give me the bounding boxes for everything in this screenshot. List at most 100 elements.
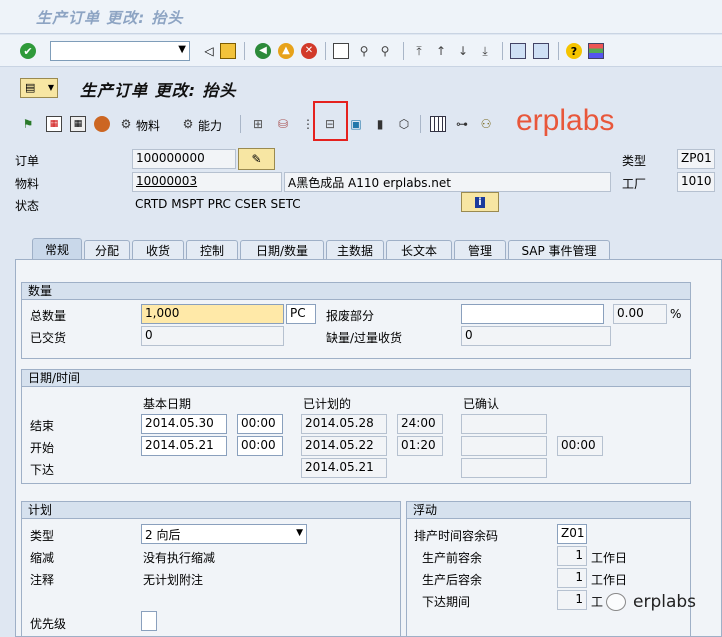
order-type-label: 类型 bbox=[622, 154, 647, 168]
percent-sign: % bbox=[670, 307, 682, 321]
tab-master-data[interactable]: 主数据 bbox=[326, 240, 384, 259]
material-button-label[interactable]: 物料 bbox=[136, 117, 160, 134]
tree-icon[interactable]: ⊶ bbox=[454, 116, 470, 132]
chevron-down-icon[interactable]: ▼ bbox=[178, 44, 186, 55]
exit-icon[interactable]: ▲ bbox=[278, 43, 294, 59]
find-next-icon[interactable]: ⚲ bbox=[377, 43, 393, 59]
toolbar-separator bbox=[240, 115, 241, 133]
note-value: 无计划附注 bbox=[143, 573, 204, 587]
tab-administration[interactable]: 管理 bbox=[454, 240, 506, 259]
plant-field: 1010 bbox=[677, 172, 715, 192]
order-number-field[interactable]: 100000000 bbox=[132, 149, 236, 169]
tab-goods-receipt[interactable]: 收货 bbox=[132, 240, 184, 259]
edit-order-button[interactable]: ✎ bbox=[238, 148, 275, 170]
tab-assignment[interactable]: 分配 bbox=[84, 240, 130, 259]
cancel-icon[interactable]: ✕ bbox=[301, 43, 317, 59]
next-page-icon[interactable]: ↓ bbox=[455, 43, 471, 59]
new-session-icon[interactable] bbox=[510, 43, 526, 59]
command-field[interactable]: ▼ bbox=[50, 41, 190, 61]
save-icon[interactable] bbox=[220, 43, 236, 59]
basic-dates-header: 基本日期 bbox=[143, 397, 192, 411]
material-description-field: A黑色成品 A110 erplabs.net bbox=[284, 172, 611, 192]
print-icon[interactable] bbox=[333, 43, 349, 59]
schedule-icon[interactable]: ▦ bbox=[46, 116, 62, 132]
toolbar-separator bbox=[325, 42, 326, 60]
wechat-icon bbox=[606, 593, 626, 611]
users-icon[interactable]: ⚇ bbox=[478, 116, 494, 132]
float-before-field: 1 bbox=[557, 546, 587, 566]
toolbar-separator bbox=[502, 42, 503, 60]
confirmed-dates-header: 已确认 bbox=[463, 397, 500, 411]
material-number-field[interactable]: 10000003 bbox=[132, 172, 282, 192]
scheduled-finish-time: 24:00 bbox=[397, 414, 443, 434]
float-after-unit: 工作日 bbox=[591, 573, 628, 587]
title-bar: 生产订单 更改: 抬头 bbox=[0, 0, 722, 34]
hierarchy-icon[interactable]: ⊞ bbox=[250, 116, 266, 132]
unit-input[interactable]: PC bbox=[286, 304, 316, 324]
basic-start-time-input[interactable]: 00:00 bbox=[237, 436, 283, 456]
tab-general[interactable]: 常规 bbox=[32, 238, 82, 259]
basic-finish-date-input[interactable]: 2014.05.30 bbox=[141, 414, 227, 434]
tab-dates-quantities[interactable]: 日期/数量 bbox=[240, 240, 324, 259]
order-type-field: ZP01 bbox=[677, 149, 715, 169]
short-excess-field: 0 bbox=[461, 326, 611, 346]
scheduling-type-select[interactable]: 2 向后 ▼ bbox=[141, 524, 307, 544]
capacity-icon[interactable]: ⚙ bbox=[180, 116, 196, 132]
calculator-icon[interactable]: ▦ bbox=[70, 116, 86, 132]
float-before-label: 生产前容余 bbox=[422, 551, 483, 565]
layout-menu-icon[interactable] bbox=[588, 43, 604, 59]
scheduled-release-date: 2014.05.21 bbox=[301, 458, 387, 478]
scheduled-finish-date: 2014.05.28 bbox=[301, 414, 387, 434]
basic-start-date-input[interactable]: 2014.05.21 bbox=[141, 436, 227, 456]
flag-icon[interactable]: ⚑ bbox=[20, 116, 36, 132]
shortcut-icon[interactable] bbox=[533, 43, 549, 59]
material-icon[interactable]: ⚙ bbox=[118, 116, 134, 132]
help-icon[interactable]: ? bbox=[566, 43, 582, 59]
chevron-down-icon[interactable]: ▼ bbox=[296, 528, 303, 538]
finish-label: 结束 bbox=[30, 419, 55, 433]
previous-page-icon[interactable]: ↑ bbox=[433, 43, 449, 59]
standard-toolbar: ✔ ▼ ◁ ◀ ▲ ✕ ⚲ ⚲ ⤒ ↑ ↓ ⤓ ? bbox=[0, 35, 722, 67]
reduction-value: 没有执行缩减 bbox=[143, 551, 216, 565]
production-resource-icon[interactable]: ⛁ bbox=[275, 116, 291, 132]
documents-icon[interactable]: ▣ bbox=[348, 116, 364, 132]
status-info-button[interactable]: i bbox=[461, 192, 499, 212]
planning-group: 计划 bbox=[21, 501, 401, 637]
enter-check-icon[interactable]: ✔ bbox=[20, 43, 36, 59]
confirmed-finish-date bbox=[461, 414, 547, 434]
scheduled-start-time: 01:20 bbox=[397, 436, 443, 456]
float-group-title: 浮动 bbox=[407, 502, 690, 519]
scrap-portion-label: 报废部分 bbox=[326, 309, 375, 323]
priority-input[interactable] bbox=[141, 611, 157, 631]
sched-margin-key-input[interactable]: Z01 bbox=[557, 524, 587, 544]
table-icon[interactable] bbox=[430, 116, 446, 132]
float-after-field: 1 bbox=[557, 568, 587, 588]
quantity-group-title: 数量 bbox=[22, 283, 690, 300]
total-quantity-input[interactable]: 1,000 bbox=[141, 304, 284, 324]
back-green-icon[interactable]: ◀ bbox=[255, 43, 271, 59]
back-arrow-icon[interactable]: ◁ bbox=[201, 43, 217, 59]
toolbar-separator bbox=[244, 42, 245, 60]
toolbar-separator bbox=[420, 115, 421, 133]
release-period-field: 1 bbox=[557, 590, 587, 610]
list-icon[interactable]: ▮ bbox=[372, 116, 388, 132]
find-icon[interactable]: ⚲ bbox=[356, 43, 372, 59]
first-page-icon[interactable]: ⤒ bbox=[411, 43, 427, 59]
release-period-label: 下达期间 bbox=[422, 595, 471, 609]
basic-finish-time-input[interactable]: 00:00 bbox=[237, 414, 283, 434]
screen-menu-button[interactable]: ▤ ▼ bbox=[20, 78, 58, 98]
last-page-icon[interactable]: ⤓ bbox=[477, 43, 493, 59]
tab-control[interactable]: 控制 bbox=[186, 240, 238, 259]
scheduling-type-value: 2 向后 bbox=[145, 528, 181, 542]
scrap-portion-input[interactable] bbox=[461, 304, 604, 324]
tab-sap-event-management[interactable]: SAP 事件管理 bbox=[508, 240, 610, 259]
reduction-label: 缩减 bbox=[30, 551, 55, 565]
scrap-percent-field: 0.00 bbox=[613, 304, 667, 324]
delivered-label: 已交货 bbox=[30, 331, 67, 345]
chevron-down-icon: ▼ bbox=[47, 83, 54, 92]
tab-long-text[interactable]: 长文本 bbox=[386, 240, 452, 259]
package-icon[interactable]: ⬡ bbox=[396, 116, 412, 132]
availability-check-icon[interactable] bbox=[94, 116, 110, 132]
watermark-text: erplabs bbox=[516, 104, 615, 137]
capacity-button-label[interactable]: 能力 bbox=[198, 117, 222, 134]
